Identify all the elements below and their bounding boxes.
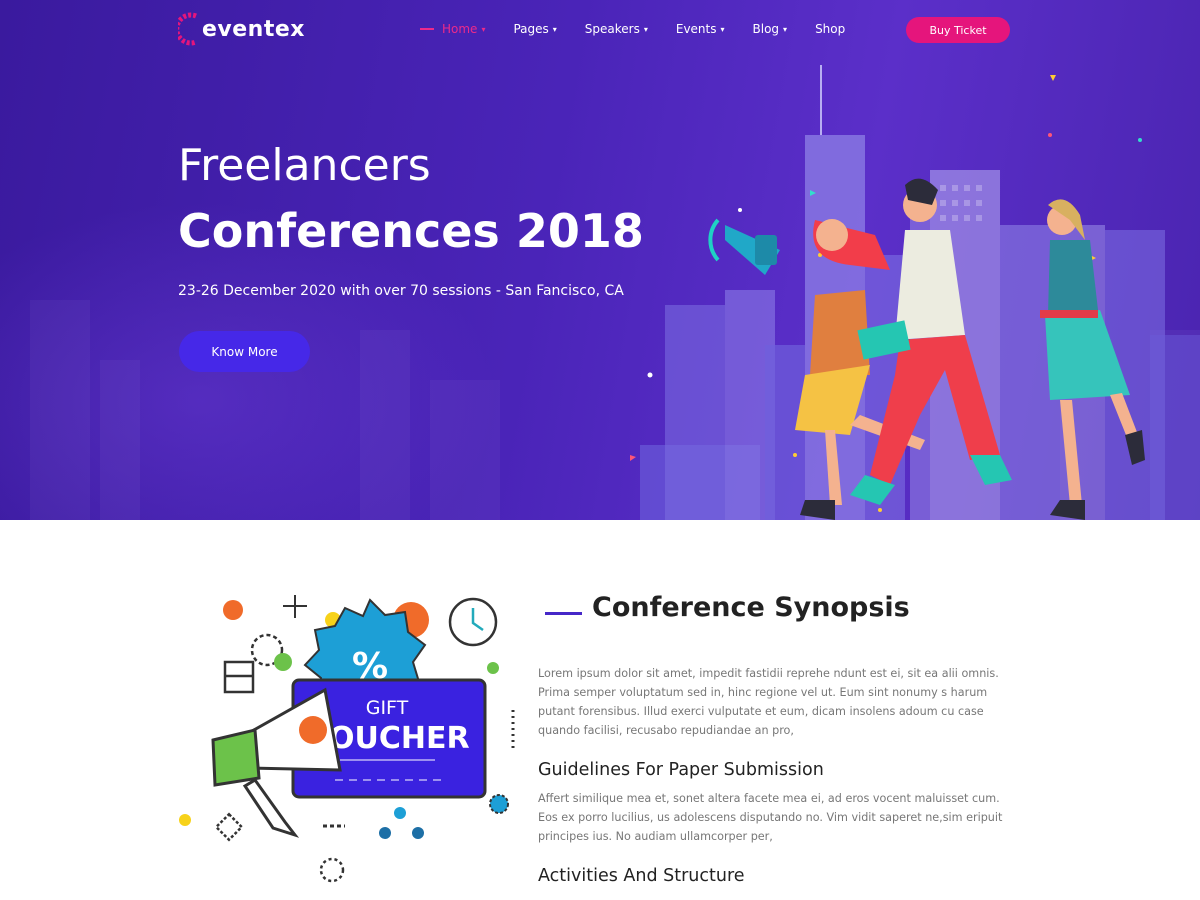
nav-item-speakers[interactable]: Speakers ▾: [585, 22, 648, 36]
nav-item-home[interactable]: Home ▾: [420, 22, 485, 36]
brand-logo[interactable]: eventex: [178, 8, 305, 50]
megaphone-illustration: [708, 218, 780, 275]
nav-label-home: Home: [442, 22, 478, 36]
activities-heading: Activities And Structure: [538, 866, 745, 886]
nav-label-speakers: Speakers: [584, 22, 640, 36]
hero-description: 23-26 December 2020 with over 70 session…: [178, 283, 624, 299]
nav-label-blog: Blog: [752, 22, 780, 36]
caret-down-icon: ▾: [783, 24, 788, 34]
know-more-button[interactable]: Know More: [179, 331, 310, 372]
gift-voucher-illustration: % GIFT VOUCHER: [179, 595, 515, 883]
synopsis-title-accent-line: [545, 612, 582, 615]
caret-down-icon: ▾: [643, 24, 648, 34]
nav-item-events[interactable]: Events ▾: [676, 22, 725, 36]
nav-label-pages: Pages: [513, 22, 549, 36]
hero-illustration: [630, 65, 1200, 520]
hero-subtitle: Freelancers: [178, 140, 431, 191]
brand-name: eventex: [202, 16, 305, 42]
nav-label-shop: Shop: [815, 22, 846, 36]
caret-down-icon: ▾: [481, 24, 486, 34]
nav-item-shop[interactable]: Shop: [815, 22, 845, 36]
buy-ticket-button[interactable]: Buy Ticket: [906, 17, 1010, 43]
logo-mark-icon: [178, 12, 197, 46]
guidelines-heading: Guidelines For Paper Submission: [538, 760, 824, 780]
active-indicator: [420, 28, 434, 30]
voucher-line1: GIFT: [366, 697, 409, 719]
nav-item-pages[interactable]: Pages ▾: [513, 22, 556, 36]
synopsis-title: Conference Synopsis: [592, 592, 910, 623]
nav-label-events: Events: [675, 22, 717, 36]
caret-down-icon: ▾: [720, 24, 725, 34]
nav-item-blog[interactable]: Blog ▾: [753, 22, 788, 36]
main-nav: Home ▾ Pages ▾ Speakers ▾ Events ▾ Blog …: [420, 22, 845, 36]
hero-title: Conferences 2018: [178, 204, 644, 258]
synopsis-intro-text: Lorem ipsum dolor sit amet, impedit fast…: [538, 667, 999, 737]
caret-down-icon: ▾: [552, 24, 557, 34]
hero-section: eventex Home ▾ Pages ▾ Speakers ▾ Events…: [0, 0, 1200, 520]
guidelines-text: Affert similique mea et, sonet altera fa…: [538, 792, 1003, 843]
